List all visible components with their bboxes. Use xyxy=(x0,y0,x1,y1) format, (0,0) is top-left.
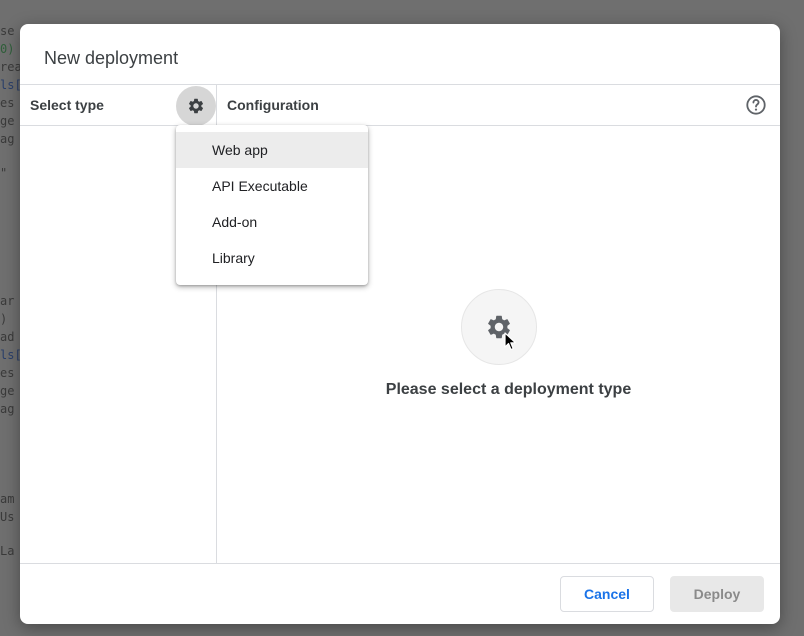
code-line: La xyxy=(0,544,15,558)
background-code-editor: se 0) rea ls[ es ge ag " ar ) ad ls[ es … xyxy=(0,0,20,636)
code-line: es xyxy=(0,366,15,380)
code-line: ls[ xyxy=(0,78,20,92)
code-line: am xyxy=(0,492,15,506)
dialog-title: New deployment xyxy=(44,48,179,68)
code-line: ls[ xyxy=(0,348,20,362)
help-icon xyxy=(746,95,766,115)
code-line: " xyxy=(0,166,8,180)
code-line: ar xyxy=(0,294,15,308)
code-line: ge xyxy=(0,114,15,128)
header-divider xyxy=(20,84,780,85)
code-line: 0) xyxy=(0,42,15,56)
select-type-label: Select type xyxy=(30,97,104,113)
code-line: Us xyxy=(0,510,15,524)
empty-state-text: Please select a deployment type xyxy=(385,381,632,398)
select-type-gear-button[interactable] xyxy=(176,86,216,126)
cancel-button[interactable]: Cancel xyxy=(560,576,654,612)
configuration-label: Configuration xyxy=(227,97,319,113)
new-deployment-dialog: New deployment Select type Configuration… xyxy=(20,24,780,624)
subheader-divider xyxy=(20,125,780,126)
deployment-type-menu: Web app API Executable Add-on Library xyxy=(176,125,368,285)
footer-divider xyxy=(20,563,780,564)
code-line: se xyxy=(0,24,15,38)
empty-state-gear xyxy=(461,289,537,365)
menu-item-web-app[interactable]: Web app xyxy=(176,132,368,168)
code-line: ag xyxy=(0,402,15,416)
deploy-button[interactable]: Deploy xyxy=(670,576,764,612)
menu-item-library[interactable]: Library xyxy=(176,240,368,276)
help-button[interactable] xyxy=(744,93,768,117)
menu-item-add-on[interactable]: Add-on xyxy=(176,204,368,240)
code-line: ag xyxy=(0,132,15,146)
mouse-pointer-icon xyxy=(504,332,517,351)
code-line: ) xyxy=(0,312,8,326)
code-line: rea xyxy=(0,60,20,74)
code-line: ge xyxy=(0,384,15,398)
code-line: ad xyxy=(0,330,15,344)
code-line: es xyxy=(0,96,15,110)
menu-item-api-executable[interactable]: API Executable xyxy=(176,168,368,204)
gear-icon xyxy=(188,98,204,114)
